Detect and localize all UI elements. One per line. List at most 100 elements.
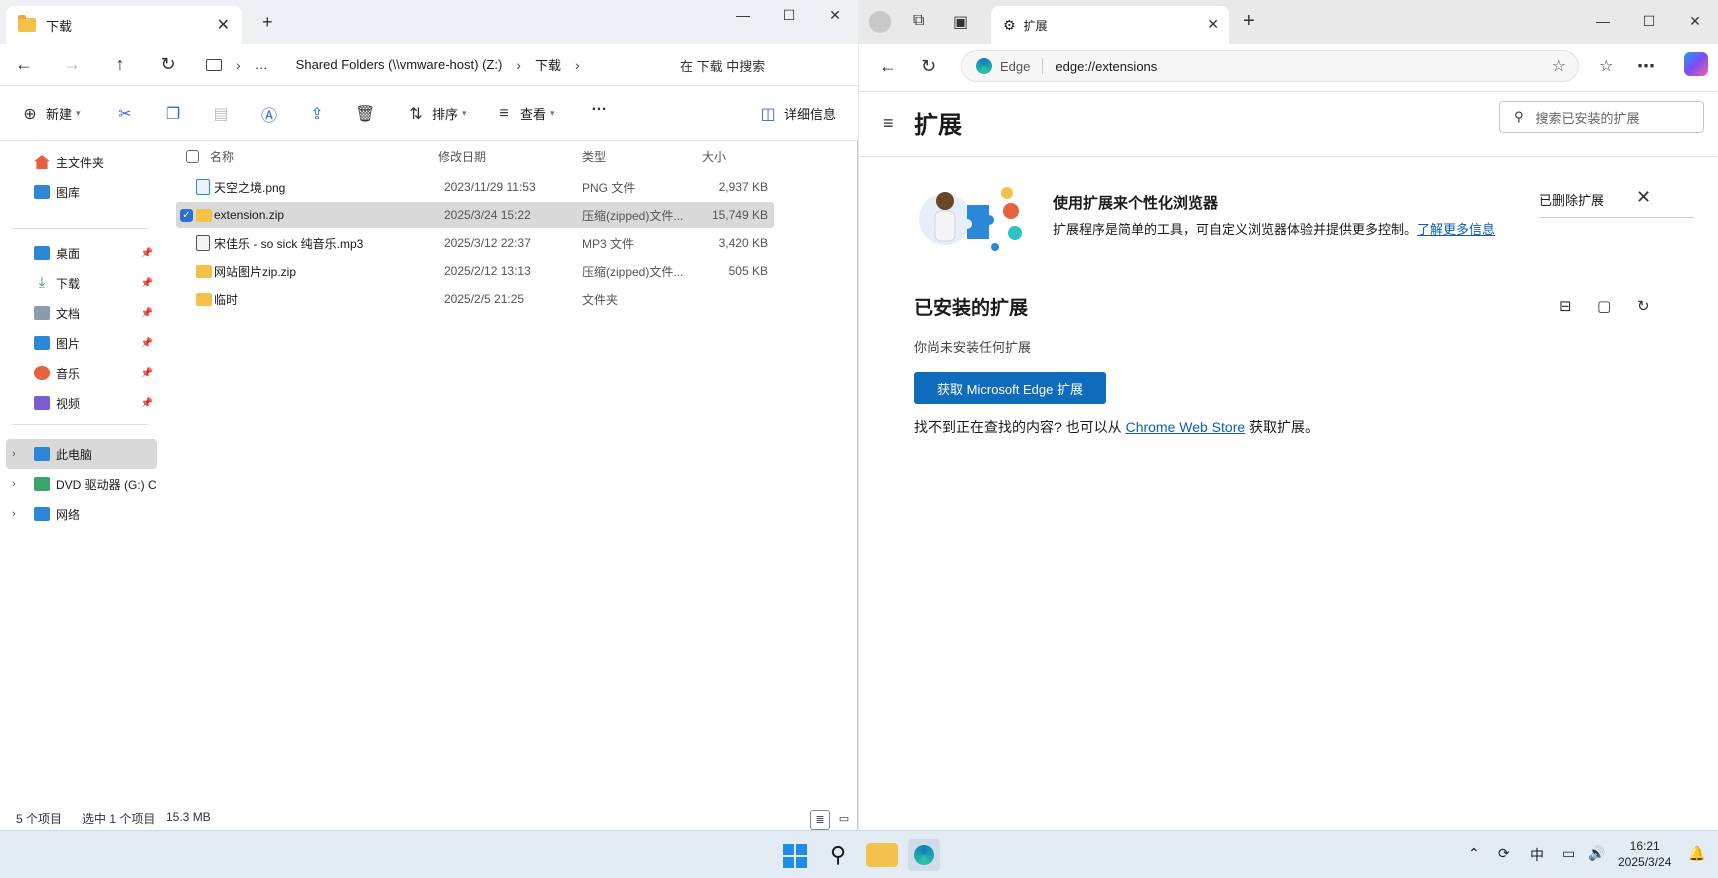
breadcrumb-overflow[interactable]: … (255, 57, 268, 72)
puzzle-icon: ⚙ (1003, 16, 1016, 33)
sidebar-item-this-pc[interactable]: › 此电脑 (6, 439, 157, 469)
new-tab-button[interactable]: + (1243, 10, 1255, 33)
chrome-web-store-link[interactable]: Chrome Web Store (1126, 419, 1246, 435)
column-header-name[interactable]: 名称 (210, 148, 234, 165)
volume-icon[interactable]: 🔊 (1588, 845, 1605, 862)
network-icon[interactable]: ▭ (1562, 845, 1575, 862)
rename-icon[interactable]: Ⓐ (259, 102, 279, 126)
chevron-right-icon[interactable]: › (12, 508, 16, 520)
details-pane-icon: ◫ (760, 105, 776, 123)
edge-taskbar-icon[interactable] (908, 839, 940, 871)
notification-bell-icon[interactable]: 🔔 (1688, 845, 1705, 862)
file-row[interactable]: 临时 2025/2/5 21:25 文件夹 (176, 286, 774, 312)
sidebar-item-music[interactable]: 音乐 📌 (0, 358, 157, 388)
search-icon[interactable]: ⚲ (822, 839, 854, 871)
breadcrumb-share[interactable]: Shared Folders (\\vmware-host) (Z:) (296, 57, 503, 72)
paste-icon[interactable]: ▤ (211, 104, 231, 124)
store-hint: 找不到正在查找的内容? 也可以从 Chrome Web Store 获取扩展。 (914, 419, 1320, 435)
select-all-checkbox[interactable] (186, 150, 199, 163)
explorer-search-input[interactable]: 在 下载 中搜索 (680, 56, 765, 75)
close-tab-icon[interactable]: ✕ (1207, 16, 1219, 33)
folder-icon (18, 15, 36, 32)
dvd-drive-icon (34, 477, 50, 491)
delete-icon[interactable]: 🗑 (355, 104, 375, 124)
column-header-size[interactable]: 大小 (702, 148, 726, 165)
copy-icon[interactable]: ❐ (163, 104, 183, 124)
refresh-button[interactable]: ↻ (921, 56, 936, 77)
breadcrumb-downloads[interactable]: 下载 (535, 55, 561, 74)
forward-button[interactable]: → (48, 54, 96, 75)
favorites-icon[interactable]: ☆ (1599, 56, 1613, 76)
file-explorer-icon[interactable] (866, 843, 898, 867)
image-file-icon (196, 179, 210, 195)
update-icon[interactable]: ↻ (1637, 297, 1650, 315)
sidebar-item-desktop[interactable]: 桌面 📌 (0, 238, 157, 268)
more-menu-icon[interactable]: ⋯ (1637, 56, 1655, 77)
chevron-right-icon[interactable]: › (12, 448, 16, 460)
more-options-icon[interactable]: … (589, 97, 609, 115)
back-button[interactable]: ← (879, 56, 897, 77)
sidebar-item-gallery[interactable]: 图库 (0, 177, 157, 207)
refresh-button[interactable]: ↻ (144, 54, 192, 75)
load-unpacked-icon[interactable]: ▢ (1597, 297, 1611, 315)
clock[interactable]: 16:21 2025/3/24 (1618, 838, 1671, 870)
column-header-date[interactable]: 修改日期 (438, 148, 486, 165)
pin-icon: 📌 (140, 247, 153, 259)
hamburger-menu-icon[interactable]: ≡ (883, 113, 894, 134)
edge-tab[interactable]: ⚙ 扩展 ✕ (991, 6, 1229, 44)
cut-icon[interactable]: ✂ (115, 104, 135, 124)
file-row[interactable]: 天空之境.png 2023/11/29 11:53 PNG 文件 2,937 K… (176, 174, 774, 200)
sidebar-item-network[interactable]: › 网络 (0, 499, 157, 529)
profile-avatar[interactable] (869, 11, 891, 33)
search-icon: ⚲ (1514, 109, 1524, 124)
close-window-button[interactable]: ✕ (812, 0, 858, 30)
column-header-type[interactable]: 类型 (582, 148, 606, 165)
ime-indicator[interactable]: 中 (1530, 845, 1544, 865)
details-pane-button[interactable]: ◫ 详细信息 (758, 99, 836, 129)
archive-icon[interactable]: ⊟ (1559, 297, 1572, 315)
explorer-tab[interactable]: 下载 ✕ (6, 6, 242, 44)
minimize-button[interactable]: — (1580, 6, 1626, 36)
home-icon (34, 155, 50, 169)
new-tab-button[interactable]: + (262, 12, 273, 33)
sidebar-item-documents[interactable]: 文档 📌 (0, 298, 157, 328)
back-button[interactable]: ← (0, 54, 48, 75)
maximize-button[interactable]: ☐ (1626, 6, 1672, 36)
close-icon[interactable]: ✕ (1636, 187, 1651, 208)
chevron-right-icon[interactable]: › (12, 478, 16, 490)
new-button[interactable]: ⊕ 新建 ▾ (20, 99, 80, 129)
maximize-button[interactable]: ☐ (766, 0, 812, 30)
file-row[interactable]: 网站图片zip.zip 2025/2/12 13:13 压缩(zipped)文件… (176, 258, 774, 284)
chevron-up-icon[interactable]: ⌃ (1468, 845, 1480, 862)
row-checkbox[interactable]: ✓ (180, 208, 193, 222)
workspaces-icon[interactable]: ⧉ (913, 12, 924, 30)
taskbar: ⚲ ⌃ ⟳ 中 ▭ 🔊 16:21 2025/3/24 🔔 (0, 830, 1718, 878)
url-input[interactable]: Edge edge://extensions ☆ (961, 50, 1579, 82)
get-extensions-button[interactable]: 获取 Microsoft Edge 扩展 (914, 372, 1106, 404)
learn-more-link[interactable]: 了解更多信息 (1417, 222, 1495, 237)
selection-size: 15.3 MB (166, 810, 211, 824)
removed-extensions-link[interactable]: 已删除扩展 (1539, 190, 1604, 209)
share-icon[interactable]: ⇪ (307, 104, 327, 124)
close-tab-icon[interactable]: ✕ (217, 15, 230, 35)
copilot-icon[interactable] (1684, 52, 1708, 76)
tab-actions-icon[interactable]: ▣ (953, 12, 968, 32)
sort-button[interactable]: ⇅ 排序 ▾ (406, 99, 466, 129)
sidebar-item-videos[interactable]: 视频 📌 (0, 388, 157, 418)
sidebar-item-dvd[interactable]: › DVD 驱动器 (G:) C (0, 469, 157, 499)
extension-search-input[interactable]: ⚲ 搜索已安装的扩展 (1499, 101, 1704, 133)
sync-icon[interactable]: ⟳ (1498, 845, 1510, 862)
file-row-selected[interactable]: ✓ extension.zip 2025/3/24 15:22 压缩(zippe… (176, 202, 774, 228)
up-button[interactable]: ↑ (96, 54, 144, 75)
sidebar-item-pictures[interactable]: 图片 📌 (0, 328, 157, 358)
start-button[interactable] (778, 839, 810, 871)
minimize-button[interactable]: — (720, 0, 766, 30)
favorite-star-icon[interactable]: ☆ (1552, 56, 1566, 76)
file-row[interactable]: 宋佳乐 - so sick 纯音乐.mp3 2025/3/12 22:37 MP… (176, 230, 774, 256)
details-view-icon[interactable]: ≣ (810, 810, 830, 830)
tiles-view-icon[interactable]: ▭ (834, 810, 854, 830)
view-button[interactable]: ≡ 查看 ▾ (494, 99, 554, 129)
sidebar-item-home[interactable]: 主文件夹 (0, 147, 157, 177)
sidebar-item-downloads[interactable]: ⤓ 下载 📌 (0, 268, 157, 298)
close-window-button[interactable]: ✕ (1672, 6, 1718, 36)
